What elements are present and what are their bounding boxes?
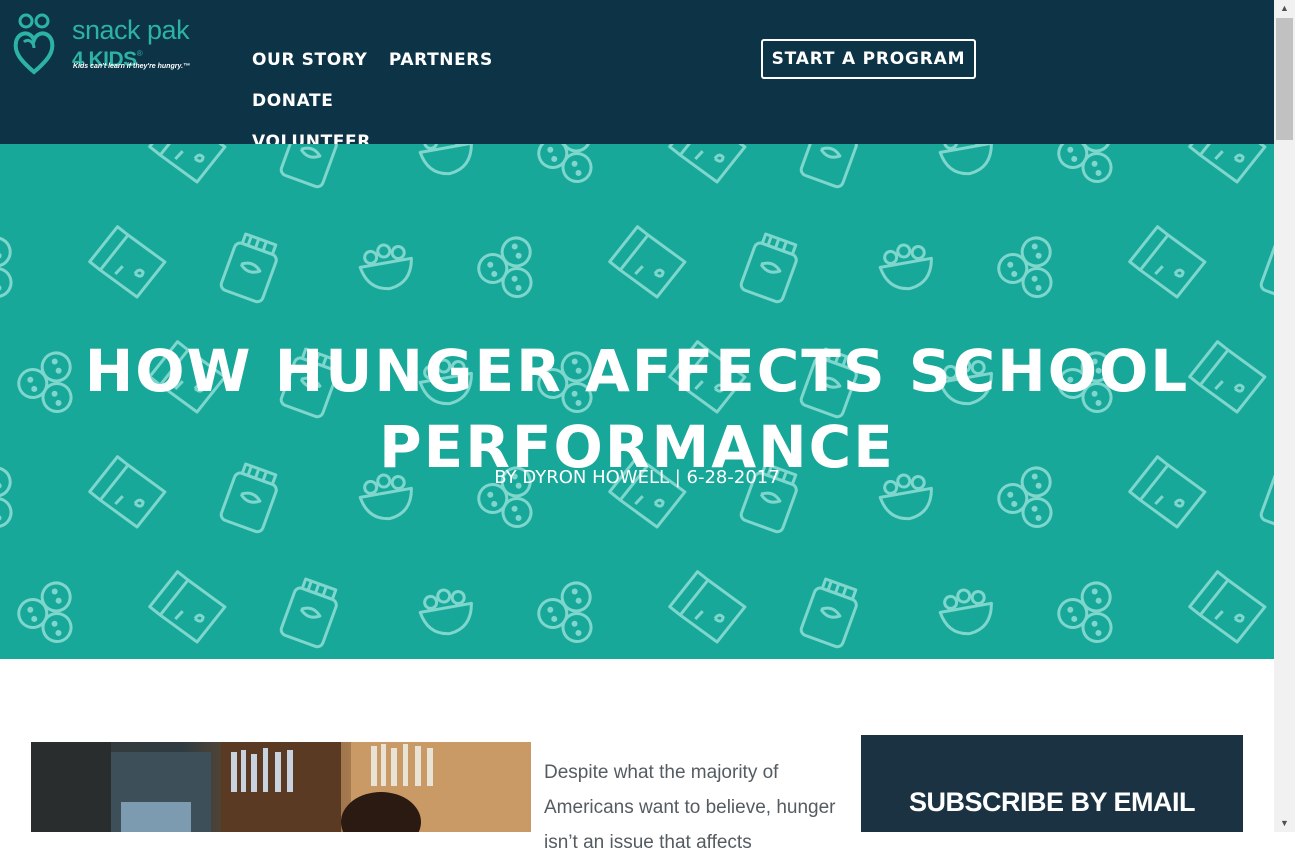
cookies-icon: [992, 225, 1071, 304]
snack-jar-icon: [738, 230, 803, 305]
milk-carton-icon: [1179, 558, 1274, 656]
article-photo: [31, 742, 531, 832]
site-header: snack pak 4 KIDS® Kids can't learn if th…: [0, 0, 1274, 152]
cereal-bowl-icon: [415, 584, 478, 640]
cereal-bowl-icon: [415, 144, 478, 180]
subscribe-title: SUBSCRIBE BY EMAIL: [908, 787, 1196, 817]
article-title: HOW HUNGER AFFECTS SCHOOL PERFORMANCE: [84, 336, 1190, 481]
cookies-icon: [532, 144, 611, 189]
cereal-bowl-icon: [935, 584, 998, 640]
cookies-icon: [532, 570, 611, 649]
cereal-bowl-icon: [935, 144, 998, 180]
triangle-up-icon[interactable]: ▲: [1274, 0, 1295, 17]
milk-carton-icon: [1179, 144, 1274, 196]
scrollbar-thumb[interactable]: [1276, 18, 1293, 140]
milk-carton-icon: [1119, 213, 1215, 311]
subscribe-panel: SUBSCRIBE BY EMAIL: [861, 735, 1243, 832]
milk-carton-icon: [139, 144, 235, 196]
milk-carton-icon: [139, 558, 235, 656]
milk-carton-icon: [599, 213, 695, 311]
cookies-icon: [1052, 144, 1131, 189]
scrollbar[interactable]: ▲ ▼: [1274, 0, 1295, 832]
nav-our-story[interactable]: OUR STORY: [252, 46, 367, 74]
logo-tagline: Kids can't learn if they're hungry.™: [73, 63, 191, 70]
logo-name-line1: snack pak: [72, 15, 190, 45]
site-logo[interactable]: snack pak 4 KIDS® Kids can't learn if th…: [12, 12, 197, 76]
hero-banner: HOW HUNGER AFFECTS SCHOOL PERFORMANCE BY…: [0, 144, 1274, 659]
nav-donate[interactable]: DONATE: [252, 87, 333, 115]
library-photo-illustration: [31, 742, 531, 832]
snack-jar-icon: [798, 144, 863, 190]
cereal-bowl-icon: [875, 239, 938, 295]
article-intro: Despite what the majority of Americans w…: [544, 762, 836, 853]
snack-jar-icon: [798, 575, 863, 650]
nav-partners[interactable]: PARTNERS: [389, 46, 493, 74]
start-a-program-button[interactable]: START A PROGRAM: [761, 39, 976, 79]
milk-carton-icon: [659, 144, 755, 196]
cookies-icon: [0, 225, 31, 304]
article-byline: BY DYRON HOWELL | 6-28-2017: [494, 467, 780, 488]
cookies-icon: [12, 570, 91, 649]
snack-jar-icon: [1258, 230, 1274, 305]
snack-pak-heart-logo-icon: [13, 13, 55, 75]
snack-jar-icon: [278, 144, 343, 190]
snack-jar-icon: [218, 230, 283, 305]
cookies-icon: [1052, 570, 1131, 649]
logo-trademark: ®: [136, 49, 143, 58]
milk-carton-icon: [79, 213, 175, 311]
cookies-icon: [472, 225, 551, 304]
cereal-bowl-icon: [355, 239, 418, 295]
milk-carton-icon: [659, 558, 755, 656]
triangle-down-icon[interactable]: ▼: [1274, 815, 1295, 832]
snack-jar-icon: [278, 575, 343, 650]
